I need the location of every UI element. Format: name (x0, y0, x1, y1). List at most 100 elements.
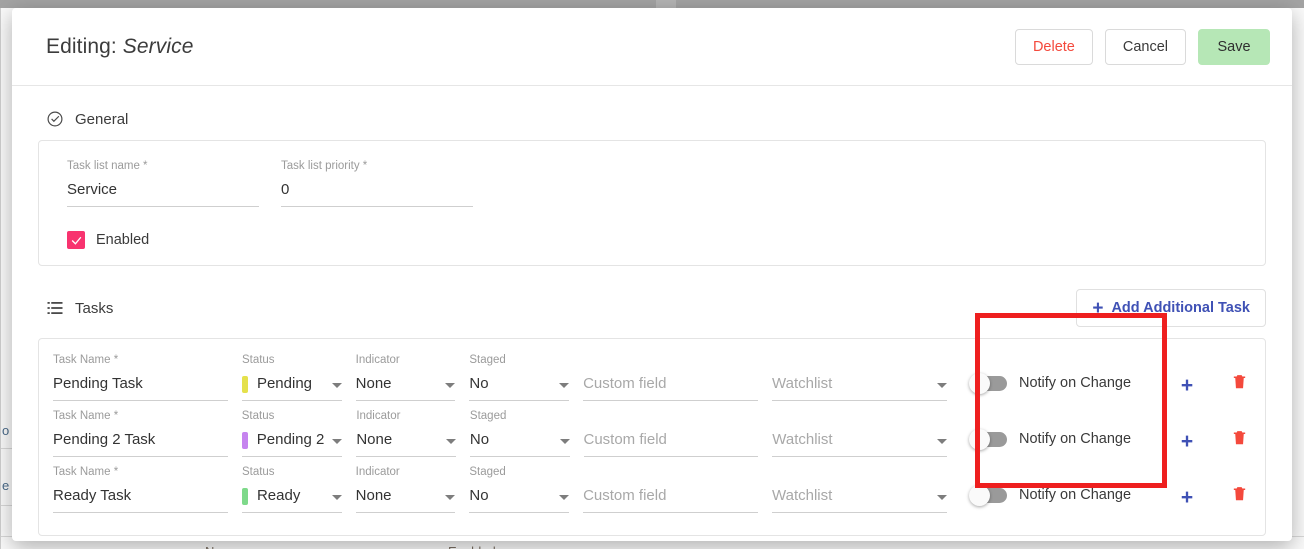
list-icon (46, 299, 64, 317)
staged-value: No (469, 487, 489, 504)
status-select[interactable]: Pending 2 (241, 429, 343, 457)
staged-label: Staged (469, 354, 506, 366)
notify-on-change-label: Notify on Change (1019, 431, 1132, 447)
add-row-icon[interactable]: + (1177, 353, 1197, 396)
staged-select[interactable]: No (469, 485, 570, 513)
tasks-card: Task Name * Pending Task Status Pending … (38, 338, 1266, 536)
chevron-down-icon (437, 485, 456, 507)
indicator-field[interactable]: Indicator None (355, 465, 456, 513)
cancel-button[interactable]: Cancel (1104, 28, 1186, 65)
watchlist-field[interactable]: Watchlist (772, 409, 947, 457)
task-list-name-field[interactable]: Task list name * Service (67, 159, 259, 207)
delete-row-icon[interactable] (1231, 353, 1251, 390)
task-name-field[interactable]: Task Name * Pending Task (53, 353, 228, 401)
indicator-select[interactable]: None (355, 485, 456, 513)
dialog-body: General Task list name * Service Task li… (12, 86, 1292, 536)
title-value: Service (122, 34, 194, 58)
chevron-down-icon (324, 429, 343, 451)
custom-field-input[interactable]: Custom field (583, 429, 759, 457)
chevron-down-icon (551, 485, 570, 507)
general-section-label: General (75, 110, 129, 128)
watchlist-select[interactable]: Watchlist (772, 429, 947, 457)
trash-icon (1233, 375, 1246, 389)
background-topstrip-segment (656, 0, 676, 8)
staged-label: Staged (469, 466, 506, 478)
task-list-name-input[interactable]: Service (67, 179, 259, 207)
tasks-section-header: Tasks + Add Additional Task (38, 289, 1266, 327)
check-circle-icon (46, 110, 64, 128)
custom-field[interactable]: Custom field (583, 409, 759, 457)
notify-on-change-label: Notify on Change (1018, 375, 1132, 391)
chevron-down-icon (929, 485, 947, 507)
indicator-field[interactable]: Indicator None (356, 409, 456, 457)
enabled-label: Enabled (96, 232, 150, 248)
enabled-checkbox[interactable] (67, 231, 85, 249)
custom-field-input[interactable]: Custom field (583, 373, 759, 401)
chevron-down-icon (324, 373, 342, 395)
status-value: Ready (256, 487, 301, 504)
delete-row-icon[interactable] (1231, 465, 1251, 502)
title-prefix: Editing: (46, 34, 117, 58)
indicator-label: Indicator (356, 410, 401, 422)
staged-label: Staged (469, 410, 507, 422)
chevron-down-icon (437, 373, 456, 395)
staged-field[interactable]: Staged No (469, 409, 570, 457)
indicator-value: None (355, 375, 392, 392)
background-column-name: Name (205, 544, 240, 549)
status-select[interactable]: Pending (241, 373, 342, 401)
custom-field[interactable]: Custom field (583, 353, 759, 401)
status-label: Status (241, 466, 275, 478)
status-field[interactable]: Status Pending (241, 353, 342, 401)
task-rows: Task Name * Pending Task Status Pending … (39, 353, 1251, 521)
staged-field[interactable]: Staged No (469, 353, 570, 401)
status-color-swatch (241, 431, 248, 449)
watchlist-select[interactable]: Watchlist (772, 373, 947, 401)
task-name-label: Task Name * (53, 354, 119, 366)
notify-on-change-toggle[interactable] (968, 372, 1007, 394)
indicator-select[interactable]: None (356, 429, 456, 457)
watchlist-field[interactable]: Watchlist (772, 465, 947, 513)
table-row: Task Name * Ready Task Status Ready Indi… (39, 465, 1251, 521)
task-list-priority-field[interactable]: Task list priority * 0 (281, 159, 473, 207)
status-field[interactable]: Status Pending 2 (241, 409, 343, 457)
task-name-input[interactable]: Ready Task (53, 485, 228, 513)
delete-row-icon[interactable] (1231, 409, 1251, 446)
enabled-checkbox-row[interactable]: Enabled (67, 231, 1251, 249)
task-name-input[interactable]: Pending Task (53, 373, 228, 401)
tasks-section-label: Tasks (75, 299, 114, 317)
staged-select[interactable]: No (469, 429, 570, 457)
watchlist-field[interactable]: Watchlist (772, 353, 947, 401)
indicator-field[interactable]: Indicator None (355, 353, 456, 401)
save-button[interactable]: Save (1198, 28, 1270, 65)
add-row-icon[interactable]: + (1177, 465, 1197, 508)
staged-field[interactable]: Staged No (469, 465, 570, 513)
trash-icon (1233, 431, 1246, 445)
chevron-down-icon (929, 429, 947, 451)
dialog-header: Editing: Service Delete Cancel Save (12, 8, 1292, 86)
status-select[interactable]: Ready (241, 485, 342, 513)
custom-field[interactable]: Custom field (583, 465, 759, 513)
status-color-swatch (241, 487, 248, 505)
delete-button[interactable]: Delete (1014, 28, 1093, 65)
status-field[interactable]: Status Ready (241, 465, 342, 513)
notify-on-change-toggle[interactable] (968, 484, 1007, 506)
add-row-icon[interactable]: + (1177, 409, 1197, 452)
task-name-field[interactable]: Task Name * Pending 2 Task (53, 409, 228, 457)
staged-select[interactable]: No (469, 373, 570, 401)
task-list-priority-label: Task list priority * (281, 160, 368, 172)
table-row: Task Name * Pending Task Status Pending … (39, 353, 1251, 409)
task-name-input[interactable]: Pending 2 Task (53, 429, 228, 457)
indicator-label: Indicator (355, 354, 400, 366)
indicator-value: None (355, 487, 392, 504)
task-list-priority-input[interactable]: 0 (281, 179, 473, 207)
notify-on-change-toggle[interactable] (969, 428, 1007, 450)
staged-value: No (469, 431, 490, 448)
watchlist-select[interactable]: Watchlist (772, 485, 947, 513)
custom-field-input[interactable]: Custom field (583, 485, 759, 513)
background-vline-left (0, 8, 1, 549)
status-value: Pending (256, 375, 313, 392)
task-name-field[interactable]: Task Name * Ready Task (53, 465, 228, 513)
indicator-select[interactable]: None (355, 373, 456, 401)
add-additional-task-button[interactable]: + Add Additional Task (1076, 289, 1266, 327)
chevron-down-icon (552, 429, 570, 451)
